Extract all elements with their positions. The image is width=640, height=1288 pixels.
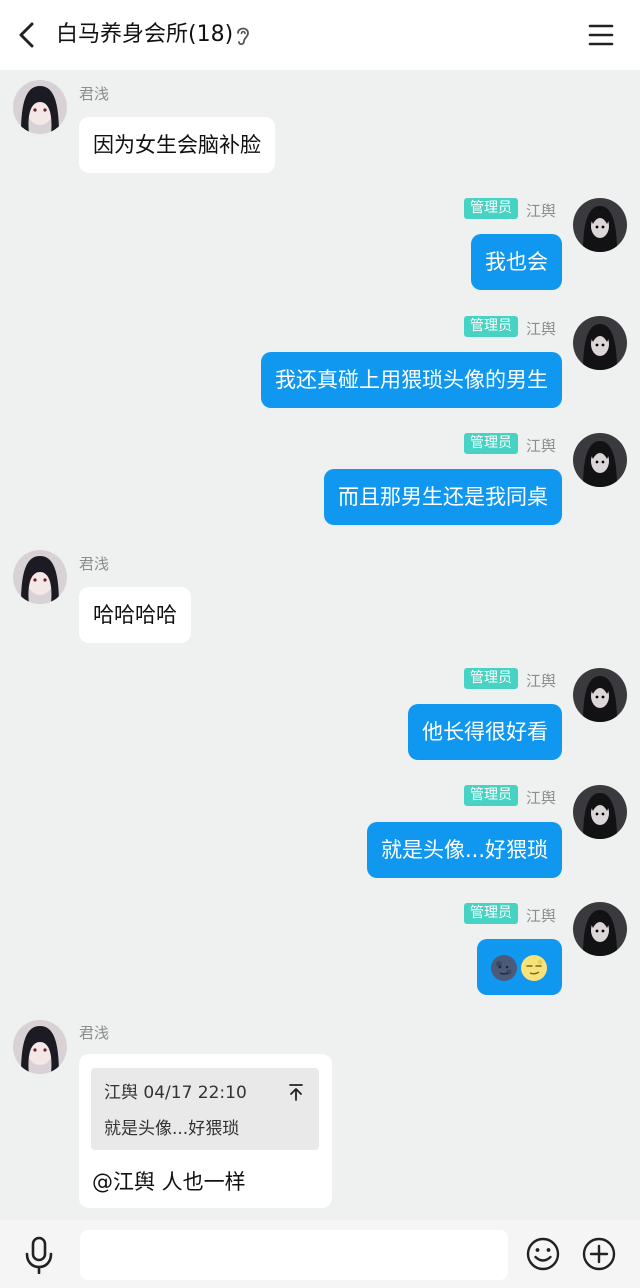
- microphone-icon[interactable]: [24, 1236, 54, 1274]
- sender-name: 君浅: [79, 555, 110, 573]
- admin-badge: 管理员: [464, 198, 518, 219]
- sender-name: 江舆: [525, 672, 556, 690]
- quoted-message-header: 江舆 04/17 22:10: [104, 1083, 247, 1103]
- reply-text: @江舆 人也一样: [92, 1170, 246, 1194]
- chat-title: 白马养身会所(18): [56, 22, 234, 47]
- sender-name: 江舆: [525, 789, 556, 807]
- jump-to-original-icon[interactable]: [287, 1082, 305, 1102]
- ear-icon: [237, 27, 249, 46]
- header-bar: 白马养身会所(18): [0, 0, 640, 70]
- sender-name: 君浅: [79, 85, 110, 103]
- reply-message-bubble[interactable]: 江舆 04/17 22:10 就是头像...好猥琐 @江舆 人也一样: [79, 1054, 332, 1208]
- admin-badge: 管理员: [464, 433, 518, 454]
- admin-badge: 管理员: [464, 668, 518, 689]
- sender-name: 江舆: [525, 202, 556, 220]
- message-bubble[interactable]: 他长得很好看: [408, 704, 562, 760]
- message-bubble[interactable]: 就是头像...好猥琐: [366, 822, 562, 878]
- full-moon-face-icon: [521, 955, 547, 981]
- admin-badge: 管理员: [464, 316, 518, 337]
- new-moon-face-icon: [491, 955, 517, 981]
- avatar[interactable]: [573, 668, 627, 722]
- message-bubble[interactable]: 因为女生会脑补脸: [79, 117, 275, 173]
- quoted-message[interactable]: 江舆 04/17 22:10 就是头像...好猥琐: [91, 1068, 319, 1150]
- message-bubble[interactable]: 而且那男生还是我同桌: [324, 469, 562, 525]
- avatar[interactable]: [573, 902, 627, 956]
- message-bubble[interactable]: [477, 939, 562, 995]
- admin-badge: 管理员: [464, 903, 518, 924]
- message-input[interactable]: [80, 1230, 508, 1280]
- avatar[interactable]: [13, 80, 67, 134]
- quoted-message-text: 就是头像...好猥琐: [104, 1119, 240, 1139]
- message-bubble[interactable]: 我也会: [471, 234, 562, 290]
- plus-icon[interactable]: [581, 1236, 617, 1272]
- avatar[interactable]: [573, 785, 627, 839]
- back-arrow-icon[interactable]: [14, 20, 42, 50]
- sender-name: 江舆: [525, 320, 556, 338]
- message-bubble[interactable]: 哈哈哈哈: [79, 587, 191, 643]
- message-bubble[interactable]: 我还真碰上用猥琐头像的男生: [261, 352, 562, 408]
- sender-name: 江舆: [525, 437, 556, 455]
- menu-icon[interactable]: [588, 22, 614, 48]
- emoji-icon[interactable]: [525, 1236, 561, 1272]
- input-bar: [0, 1220, 640, 1288]
- admin-badge: 管理员: [464, 785, 518, 806]
- sender-name: 江舆: [525, 907, 556, 925]
- avatar[interactable]: [573, 198, 627, 252]
- avatar[interactable]: [13, 1020, 67, 1074]
- sender-name: 君浅: [79, 1024, 110, 1042]
- avatar[interactable]: [13, 550, 67, 604]
- avatar[interactable]: [573, 316, 627, 370]
- avatar[interactable]: [573, 433, 627, 487]
